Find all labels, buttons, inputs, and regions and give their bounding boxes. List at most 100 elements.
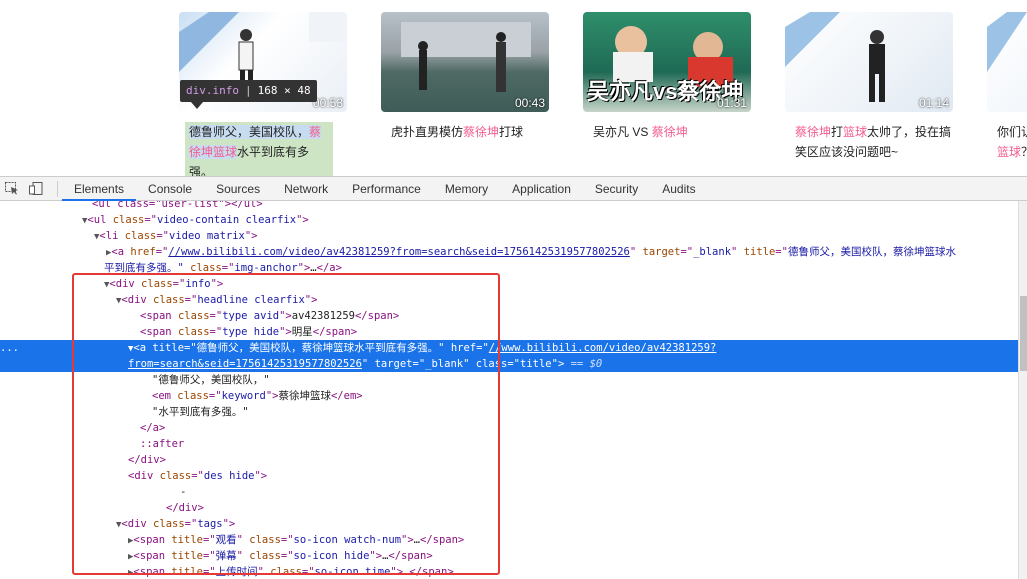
video-thumbnail[interactable] [987, 12, 1027, 112]
video-thumbnail[interactable]: 01:14 [785, 12, 953, 112]
dom-node-li-video-matrix[interactable]: ▼<li class="video matrix"> [0, 228, 1018, 244]
video-title[interactable]: 虎扑直男模仿蔡徐坤打球 [381, 122, 549, 142]
dom-node-ul-video-contain[interactable]: ▼<ul class="video-contain clearfix"> [0, 212, 1018, 228]
dom-node-span-watch-num[interactable]: ▶<span title="观看" class="so-icon watch-n… [0, 532, 1018, 548]
devtools-toolbar: Elements Console Sources Network Perform… [0, 176, 1027, 201]
dom-node-em-keyword[interactable]: <em class="keyword">蔡徐坤篮球</em> [0, 388, 1018, 404]
inspect-element-icon[interactable] [5, 182, 19, 195]
selected-node-dots: ... [0, 342, 19, 354]
node-title: 上传时间 [215, 566, 258, 578]
node-href-cont[interactable]: from=search&seid=17561425319577802526 [128, 358, 362, 370]
node-title: 观看 [215, 534, 237, 546]
node-href[interactable]: //www.bilibili.com/video/av42381259? [489, 342, 717, 354]
video-results-strip: 00:53 德鲁师父，美国校队，蔡徐坤篮球水平到底有多强。 00:43 虎扑直男… [0, 0, 1027, 176]
node-title: 德鲁师父，美国校队，蔡徐坤篮球水 [787, 246, 956, 258]
node-class: so-icon hide [293, 550, 370, 562]
dom-close-div[interactable]: </div> [0, 500, 1018, 516]
node-class: type avid [222, 310, 280, 322]
video-thumbnail[interactable]: 00:43 [381, 12, 549, 112]
node-class: keyword [221, 390, 266, 402]
video-title[interactable]: 你们认篮球？ [987, 122, 1027, 162]
video-card-2[interactable]: 00:43 虎扑直男模仿蔡徐坤打球 [381, 12, 549, 142]
title-text: 虎扑直男模仿 [391, 125, 464, 139]
node-class: img-anchor [234, 262, 298, 274]
tooltip-arrow [191, 102, 203, 109]
dom-node-user-list[interactable]: <ul class="user-list"></ul> [0, 201, 1018, 212]
dom-node-a-img-anchor-cont[interactable]: 平到底有多强。" class="img-anchor">…</a> [0, 260, 1018, 276]
dom-node-span-type-hide[interactable]: <span class="type hide">明星</span> [0, 324, 1018, 340]
node-markup: </a> [140, 422, 166, 434]
tab-network[interactable]: Network [272, 177, 340, 201]
dom-text-node[interactable]: - [0, 484, 1018, 500]
dom-node-span-avid[interactable]: <span class="type avid">av42381259</span… [0, 308, 1018, 324]
node-markup: </div> [128, 454, 166, 466]
tab-memory[interactable]: Memory [433, 177, 500, 201]
dom-node-div-tags[interactable]: ▼<div class="tags"> [0, 516, 1018, 532]
node-title-cont: 平到底有多强。 [104, 262, 178, 274]
node-class: title [520, 358, 552, 370]
tab-console[interactable]: Console [136, 177, 204, 201]
elements-dom-tree: <ul class="user-list"></ul> ▼<ul class="… [0, 201, 1018, 579]
video-title[interactable]: 蔡徐坤打篮球太帅了，投在搞笑区应该没问题吧~ [785, 122, 953, 162]
node-text: 明星 [291, 326, 313, 338]
dom-close-a[interactable]: </a> [0, 420, 1018, 436]
tab-application[interactable]: Application [500, 177, 583, 201]
node-text: av42381259 [291, 310, 355, 322]
video-duration: 01:14 [918, 96, 949, 110]
dom-node-span-danmu[interactable]: ▶<span title="弹幕" class="so-icon hide">…… [0, 548, 1018, 564]
tab-performance[interactable]: Performance [340, 177, 433, 201]
title-text: 打 [831, 125, 844, 139]
node-pseudo: ::after [140, 438, 185, 450]
video-card-4[interactable]: 01:14 蔡徐坤打篮球太帅了，投在搞笑区应该没问题吧~ [785, 12, 953, 162]
tab-elements[interactable]: Elements [62, 177, 137, 201]
dom-node-div-des[interactable]: <div class="des hide"> [0, 468, 1018, 484]
node-markup: <ul class="user-list"></ul> [92, 201, 263, 210]
dom-text-node[interactable]: "德鲁师父，美国校队，" [0, 372, 1018, 388]
title-text: 吴亦凡 VS [593, 125, 652, 139]
title-keyword: 篮球 [843, 125, 868, 139]
console-ref: == $0 [570, 358, 603, 370]
video-card-3[interactable]: 吴亦凡vs蔡徐坤 01:31 吴亦凡 VS 蔡徐坤 [583, 12, 751, 142]
title-keyword: 蔡徐坤 [795, 125, 832, 139]
dom-node-span-time[interactable]: ▶<span title="上传时间" class="so-icon time"… [0, 564, 1018, 579]
node-title: 弹幕 [215, 550, 237, 562]
video-card-5[interactable]: 你们认篮球？ [987, 12, 1027, 162]
node-class: video-contain clearfix [157, 214, 297, 226]
toolbar-divider [57, 181, 58, 197]
device-toolbar-icon[interactable] [29, 182, 43, 195]
scrollbar-thumb[interactable] [1020, 296, 1027, 371]
elements-scrollbar[interactable] [1018, 201, 1027, 579]
dom-node-a-title-selected[interactable]: ... ▼<a title="德鲁师父，美国校队，蔡徐坤篮球水平到底有多强。" h… [0, 340, 1018, 356]
tooltip-element-name: div.info [186, 84, 239, 97]
dom-node-a-title-selected-cont[interactable]: from=search&seid=17561425319577802526" t… [0, 356, 1018, 372]
title-text: 德鲁师父，美国校队， [189, 125, 310, 139]
dom-node-a-img-anchor[interactable]: ▶<a href="//www.bilibili.com/video/av423… [0, 244, 1018, 260]
node-class: video matrix [169, 230, 245, 242]
tab-security[interactable]: Security [583, 177, 650, 201]
title-keyword: 篮球 [997, 145, 1022, 159]
thumbnail-image [987, 12, 1027, 72]
video-title[interactable]: 吴亦凡 VS 蔡徐坤 [583, 122, 751, 142]
dom-node-div-headline[interactable]: ▼<div class="headline clearfix"> [0, 292, 1018, 308]
tab-sources[interactable]: Sources [204, 177, 272, 201]
node-title: 德鲁师父，美国校队，蔡徐坤篮球水平到底有多强。 [196, 342, 439, 354]
node-target: _blank [425, 358, 464, 370]
node-class: info [185, 278, 211, 290]
node-text: 蔡徐坤篮球 [278, 390, 331, 402]
node-class: so-icon watch-num [293, 534, 402, 546]
video-title[interactable]: 德鲁师父，美国校队，蔡徐坤篮球水平到底有多强。 [185, 122, 333, 176]
video-thumbnail[interactable]: 吴亦凡vs蔡徐坤 01:31 [583, 12, 751, 112]
node-tag: ul [93, 214, 107, 226]
title-text: 打球 [499, 125, 524, 139]
dom-close-div[interactable]: </div> [0, 452, 1018, 468]
node-href[interactable]: //www.bilibili.com/video/av42381259?from… [168, 246, 629, 258]
devtools-tabs: Elements Console Sources Network Perform… [62, 177, 708, 201]
dom-pseudo-after[interactable]: ::after [0, 436, 1018, 452]
dom-text-node[interactable]: "水平到底有多强。" [0, 404, 1018, 420]
video-duration: 00:43 [514, 96, 545, 110]
node-class: des hide [203, 470, 255, 482]
tooltip-separator: | [244, 84, 252, 97]
dom-node-div-info[interactable]: ▼<div class="info"> [0, 276, 1018, 292]
tab-audits[interactable]: Audits [650, 177, 707, 201]
video-duration: 01:31 [716, 96, 747, 110]
